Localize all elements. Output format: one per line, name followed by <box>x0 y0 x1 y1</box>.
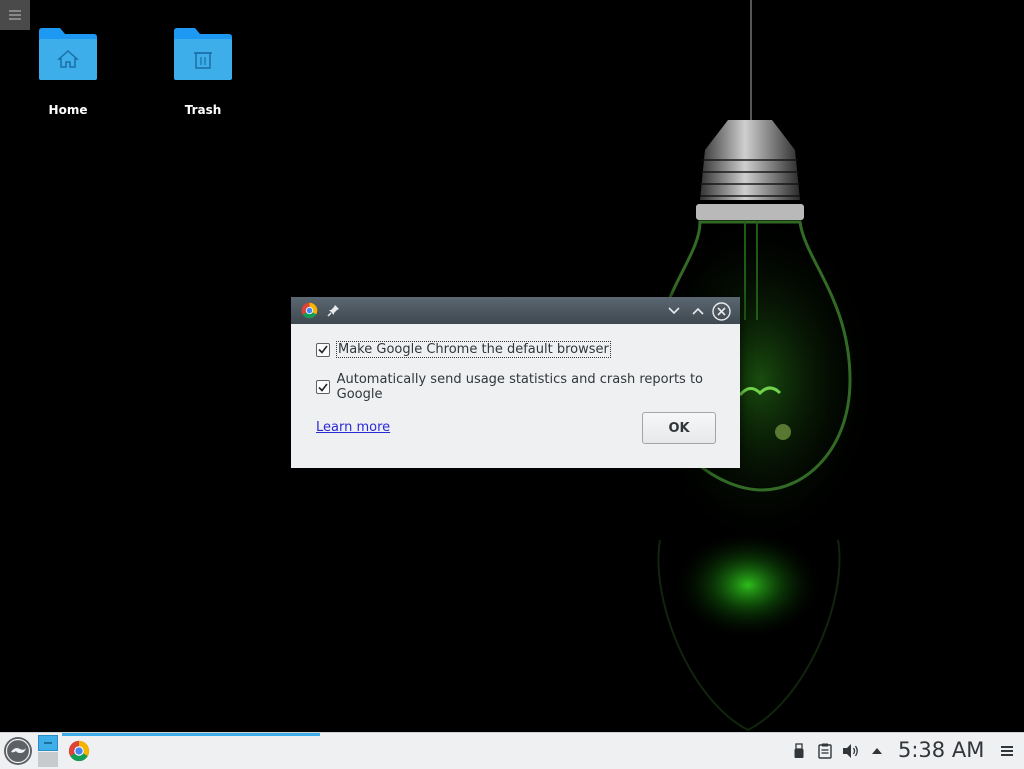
dialog-titlebar[interactable] <box>291 297 740 324</box>
desktop-icon-home[interactable]: Home <box>18 27 118 117</box>
chevron-down-icon <box>668 307 680 315</box>
chrome-icon <box>68 740 90 762</box>
opensuse-launcher-icon <box>4 737 32 765</box>
taskbar: 5:38 AM <box>0 732 1024 769</box>
task-chrome[interactable] <box>62 733 320 769</box>
digital-clock[interactable]: 5:38 AM <box>898 738 984 762</box>
chrome-first-run-dialog: Make Google Chrome the default browser A… <box>291 297 740 468</box>
chevron-up-icon <box>692 307 704 315</box>
usb-icon <box>794 743 804 758</box>
application-launcher[interactable] <box>0 733 36 769</box>
volume-tray-button[interactable] <box>840 733 862 769</box>
pager-desktop[interactable] <box>38 752 58 767</box>
close-button[interactable] <box>711 301 731 321</box>
usage-stats-label: Automatically send usage statistics and … <box>336 372 703 402</box>
menu-icon <box>1001 746 1013 756</box>
default-browser-checkbox[interactable] <box>316 342 330 357</box>
default-browser-label: Make Google Chrome the default browser <box>336 341 611 358</box>
minimize-button[interactable] <box>664 301 684 321</box>
pager-window-thumb <box>44 742 52 744</box>
clipboard-tray-button[interactable] <box>815 733 835 769</box>
learn-more-link[interactable]: Learn more <box>316 420 390 435</box>
home-folder-icon <box>39 28 97 80</box>
desktop-icon-label: Trash <box>184 103 222 117</box>
volume-icon <box>843 744 858 758</box>
usage-stats-checkbox[interactable] <box>316 380 330 394</box>
default-browser-option[interactable]: Make Google Chrome the default browser <box>316 341 611 358</box>
desktop-icon-label: Home <box>48 103 88 117</box>
expand-tray-button[interactable] <box>868 733 886 769</box>
clipboard-icon <box>818 743 832 759</box>
desktop-toolbox-button[interactable] <box>0 0 30 30</box>
usage-stats-option[interactable]: Automatically send usage statistics and … <box>316 372 740 402</box>
trash-folder-icon <box>174 28 232 80</box>
usb-tray-button[interactable] <box>790 733 808 769</box>
active-task-indicator <box>62 733 320 736</box>
close-icon <box>711 301 731 321</box>
expand-tray-icon <box>872 748 882 754</box>
maximize-button[interactable] <box>688 301 708 321</box>
ok-button[interactable]: OK <box>642 412 716 444</box>
desktop: Home Trash Make Google Chrome the defaul… <box>0 0 1024 732</box>
pin-icon[interactable] <box>327 304 340 317</box>
checkmark-icon <box>318 345 328 354</box>
panel-menu-button[interactable] <box>998 733 1016 769</box>
desktop-icon-trash[interactable]: Trash <box>153 27 253 117</box>
hamburger-icon <box>9 10 21 20</box>
checkmark-icon <box>318 383 328 392</box>
chrome-icon <box>301 302 318 319</box>
pager-desktop-active[interactable] <box>38 735 58 751</box>
virtual-desktop-pager[interactable] <box>38 735 58 767</box>
